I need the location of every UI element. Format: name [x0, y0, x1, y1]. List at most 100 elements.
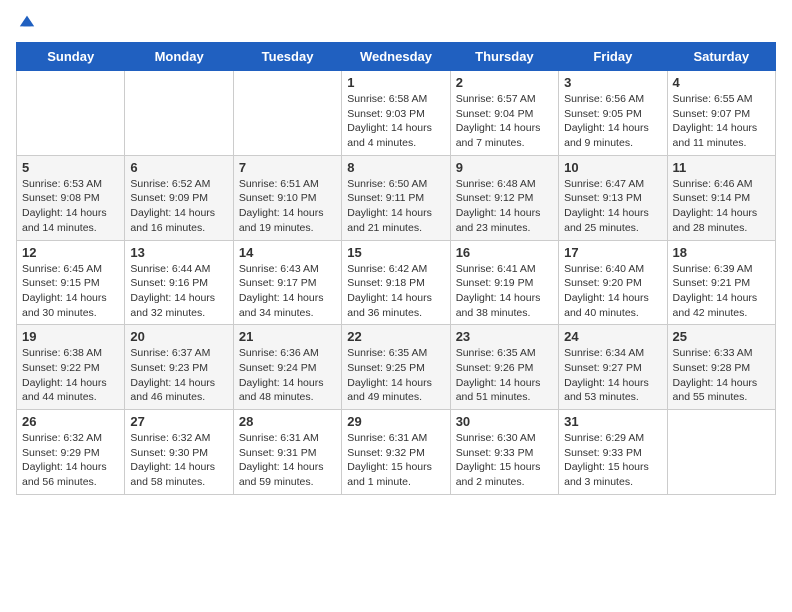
day-number: 4 [673, 75, 770, 90]
day-number: 15 [347, 245, 444, 260]
day-number: 18 [673, 245, 770, 260]
col-header-sunday: Sunday [17, 43, 125, 71]
calendar-cell [667, 410, 775, 495]
day-info: Sunrise: 6:45 AM Sunset: 9:15 PM Dayligh… [22, 263, 107, 319]
day-number: 27 [130, 414, 227, 429]
day-number: 25 [673, 329, 770, 344]
day-info: Sunrise: 6:29 AM Sunset: 9:33 PM Dayligh… [564, 432, 649, 488]
calendar-cell: 2 Sunrise: 6:57 AM Sunset: 9:04 PM Daylig… [450, 71, 558, 156]
day-number: 5 [22, 160, 119, 175]
calendar-cell: 13 Sunrise: 6:44 AM Sunset: 9:16 PM Dayli… [125, 240, 233, 325]
day-number: 23 [456, 329, 553, 344]
day-number: 12 [22, 245, 119, 260]
day-number: 19 [22, 329, 119, 344]
logo-icon [18, 12, 36, 30]
day-number: 22 [347, 329, 444, 344]
calendar-cell: 22 Sunrise: 6:35 AM Sunset: 9:25 PM Dayli… [342, 325, 450, 410]
calendar-cell: 1 Sunrise: 6:58 AM Sunset: 9:03 PM Daylig… [342, 71, 450, 156]
calendar-cell: 3 Sunrise: 6:56 AM Sunset: 9:05 PM Daylig… [559, 71, 667, 156]
day-number: 14 [239, 245, 336, 260]
calendar-cell: 14 Sunrise: 6:43 AM Sunset: 9:17 PM Dayli… [233, 240, 341, 325]
calendar-cell: 16 Sunrise: 6:41 AM Sunset: 9:19 PM Dayli… [450, 240, 558, 325]
calendar-cell: 11 Sunrise: 6:46 AM Sunset: 9:14 PM Dayli… [667, 155, 775, 240]
day-info: Sunrise: 6:38 AM Sunset: 9:22 PM Dayligh… [22, 347, 107, 403]
day-info: Sunrise: 6:50 AM Sunset: 9:11 PM Dayligh… [347, 178, 432, 234]
calendar-week-row: 5 Sunrise: 6:53 AM Sunset: 9:08 PM Daylig… [17, 155, 776, 240]
day-number: 10 [564, 160, 661, 175]
col-header-saturday: Saturday [667, 43, 775, 71]
day-number: 20 [130, 329, 227, 344]
col-header-friday: Friday [559, 43, 667, 71]
calendar-cell: 8 Sunrise: 6:50 AM Sunset: 9:11 PM Daylig… [342, 155, 450, 240]
calendar-cell: 23 Sunrise: 6:35 AM Sunset: 9:26 PM Dayli… [450, 325, 558, 410]
calendar-cell: 29 Sunrise: 6:31 AM Sunset: 9:32 PM Dayli… [342, 410, 450, 495]
calendar-cell: 5 Sunrise: 6:53 AM Sunset: 9:08 PM Daylig… [17, 155, 125, 240]
logo [16, 16, 36, 30]
day-info: Sunrise: 6:32 AM Sunset: 9:30 PM Dayligh… [130, 432, 215, 488]
day-info: Sunrise: 6:47 AM Sunset: 9:13 PM Dayligh… [564, 178, 649, 234]
day-number: 2 [456, 75, 553, 90]
day-info: Sunrise: 6:57 AM Sunset: 9:04 PM Dayligh… [456, 93, 541, 149]
calendar-cell: 18 Sunrise: 6:39 AM Sunset: 9:21 PM Dayli… [667, 240, 775, 325]
day-info: Sunrise: 6:30 AM Sunset: 9:33 PM Dayligh… [456, 432, 541, 488]
day-info: Sunrise: 6:46 AM Sunset: 9:14 PM Dayligh… [673, 178, 758, 234]
calendar-cell: 19 Sunrise: 6:38 AM Sunset: 9:22 PM Dayli… [17, 325, 125, 410]
calendar-week-row: 26Sunrise: 6:32 AM Sunset: 9:29 PM Dayli… [17, 410, 776, 495]
day-info: Sunrise: 6:52 AM Sunset: 9:09 PM Dayligh… [130, 178, 215, 234]
calendar-cell: 31 Sunrise: 6:29 AM Sunset: 9:33 PM Dayli… [559, 410, 667, 495]
day-number: 30 [456, 414, 553, 429]
calendar-cell: 12 Sunrise: 6:45 AM Sunset: 9:15 PM Dayli… [17, 240, 125, 325]
day-info: Sunrise: 6:43 AM Sunset: 9:17 PM Dayligh… [239, 263, 324, 319]
day-info: Sunrise: 6:58 AM Sunset: 9:03 PM Dayligh… [347, 93, 432, 149]
day-number: 24 [564, 329, 661, 344]
calendar-cell: 9 Sunrise: 6:48 AM Sunset: 9:12 PM Daylig… [450, 155, 558, 240]
calendar-week-row: 12 Sunrise: 6:45 AM Sunset: 9:15 PM Dayli… [17, 240, 776, 325]
calendar-cell [17, 71, 125, 156]
col-header-wednesday: Wednesday [342, 43, 450, 71]
calendar-week-row: 1 Sunrise: 6:58 AM Sunset: 9:03 PM Daylig… [17, 71, 776, 156]
day-number: 7 [239, 160, 336, 175]
day-info: Sunrise: 6:41 AM Sunset: 9:19 PM Dayligh… [456, 263, 541, 319]
calendar-cell [233, 71, 341, 156]
day-info: Sunrise: 6:33 AM Sunset: 9:28 PM Dayligh… [673, 347, 758, 403]
day-info: Sunrise: 6:56 AM Sunset: 9:05 PM Dayligh… [564, 93, 649, 149]
page-header [16, 16, 776, 30]
day-info: Sunrise: 6:53 AM Sunset: 9:08 PM Dayligh… [22, 178, 107, 234]
day-number: 29 [347, 414, 444, 429]
day-info: Sunrise: 6:39 AM Sunset: 9:21 PM Dayligh… [673, 263, 758, 319]
calendar-cell: 10 Sunrise: 6:47 AM Sunset: 9:13 PM Dayli… [559, 155, 667, 240]
day-number: 8 [347, 160, 444, 175]
calendar-cell [125, 71, 233, 156]
calendar-week-row: 19 Sunrise: 6:38 AM Sunset: 9:22 PM Dayli… [17, 325, 776, 410]
day-info: Sunrise: 6:55 AM Sunset: 9:07 PM Dayligh… [673, 93, 758, 149]
calendar-cell: 30 Sunrise: 6:30 AM Sunset: 9:33 PM Dayli… [450, 410, 558, 495]
col-header-tuesday: Tuesday [233, 43, 341, 71]
calendar-cell: 6 Sunrise: 6:52 AM Sunset: 9:09 PM Daylig… [125, 155, 233, 240]
day-number: 28 [239, 414, 336, 429]
calendar-cell: 27 Sunrise: 6:32 AM Sunset: 9:30 PM Dayli… [125, 410, 233, 495]
day-number: 3 [564, 75, 661, 90]
day-number: 9 [456, 160, 553, 175]
day-info: Sunrise: 6:35 AM Sunset: 9:26 PM Dayligh… [456, 347, 541, 403]
col-header-thursday: Thursday [450, 43, 558, 71]
day-info: Sunrise: 6:48 AM Sunset: 9:12 PM Dayligh… [456, 178, 541, 234]
day-number: 21 [239, 329, 336, 344]
day-number: 17 [564, 245, 661, 260]
day-info: Sunrise: 6:51 AM Sunset: 9:10 PM Dayligh… [239, 178, 324, 234]
day-info: Sunrise: 6:34 AM Sunset: 9:27 PM Dayligh… [564, 347, 649, 403]
day-number: 11 [673, 160, 770, 175]
day-info: Sunrise: 6:44 AM Sunset: 9:16 PM Dayligh… [130, 263, 215, 319]
day-info: Sunrise: 6:31 AM Sunset: 9:31 PM Dayligh… [239, 432, 324, 488]
day-number: 13 [130, 245, 227, 260]
calendar-cell: 7 Sunrise: 6:51 AM Sunset: 9:10 PM Daylig… [233, 155, 341, 240]
day-info: Sunrise: 6:31 AM Sunset: 9:32 PM Dayligh… [347, 432, 432, 488]
calendar-cell: 25 Sunrise: 6:33 AM Sunset: 9:28 PM Dayli… [667, 325, 775, 410]
calendar-cell: 28 Sunrise: 6:31 AM Sunset: 9:31 PM Dayli… [233, 410, 341, 495]
calendar-cell: 26Sunrise: 6:32 AM Sunset: 9:29 PM Dayli… [17, 410, 125, 495]
day-info: Sunrise: 6:35 AM Sunset: 9:25 PM Dayligh… [347, 347, 432, 403]
day-number: 16 [456, 245, 553, 260]
day-number: 6 [130, 160, 227, 175]
calendar-cell: 24 Sunrise: 6:34 AM Sunset: 9:27 PM Dayli… [559, 325, 667, 410]
day-number: 1 [347, 75, 444, 90]
day-number: 31 [564, 414, 661, 429]
